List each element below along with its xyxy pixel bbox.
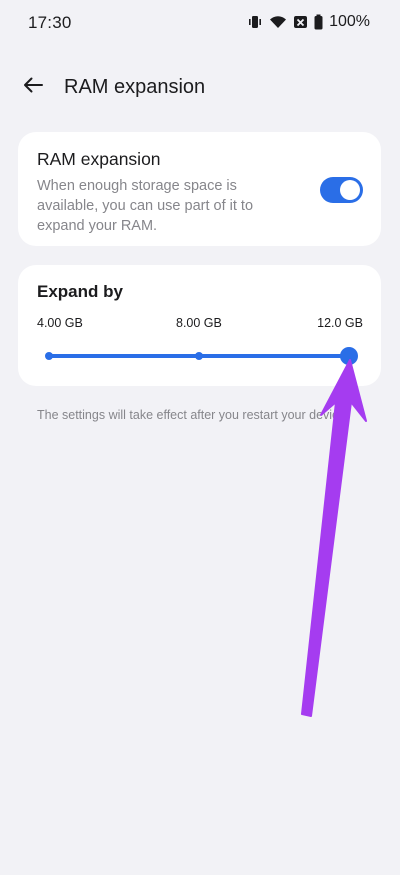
wifi-icon xyxy=(269,14,287,30)
slider-thumb[interactable] xyxy=(340,347,358,365)
ram-expansion-description: When enough storage space is available, … xyxy=(37,178,254,234)
status-bar: 17:30 100% xyxy=(0,0,400,46)
page-title: RAM expansion xyxy=(64,76,206,98)
toggle-knob xyxy=(340,180,360,200)
battery-icon xyxy=(314,14,323,30)
status-icons: 100% xyxy=(247,13,370,31)
status-time: 17:30 xyxy=(28,13,72,32)
no-sim-icon xyxy=(293,14,308,30)
vibrate-icon xyxy=(247,14,263,30)
ram-expansion-toggle[interactable] xyxy=(320,177,363,203)
option-label-12gb: 12.0 GB xyxy=(317,316,363,330)
battery-level: 100% xyxy=(329,13,370,30)
expand-by-card: Expand by 4.00 GB 8.00 GB 12.0 GB xyxy=(18,265,381,386)
option-label-8gb: 8.00 GB xyxy=(176,316,222,330)
restart-footnote: The settings will take effect after you … xyxy=(37,408,349,422)
app-header: RAM expansion xyxy=(0,62,400,112)
expand-by-title: Expand by xyxy=(37,282,123,301)
expand-by-slider[interactable] xyxy=(45,347,358,365)
option-label-4gb: 4.00 GB xyxy=(37,316,83,330)
arrow-left-icon xyxy=(22,76,44,99)
slider-stop-8gb[interactable] xyxy=(195,352,203,360)
ram-expansion-card: RAM expansion When enough storage space … xyxy=(18,132,381,246)
ram-expansion-title: RAM expansion xyxy=(37,149,161,169)
slider-stop-4gb[interactable] xyxy=(45,352,53,360)
back-button[interactable] xyxy=(18,74,48,100)
